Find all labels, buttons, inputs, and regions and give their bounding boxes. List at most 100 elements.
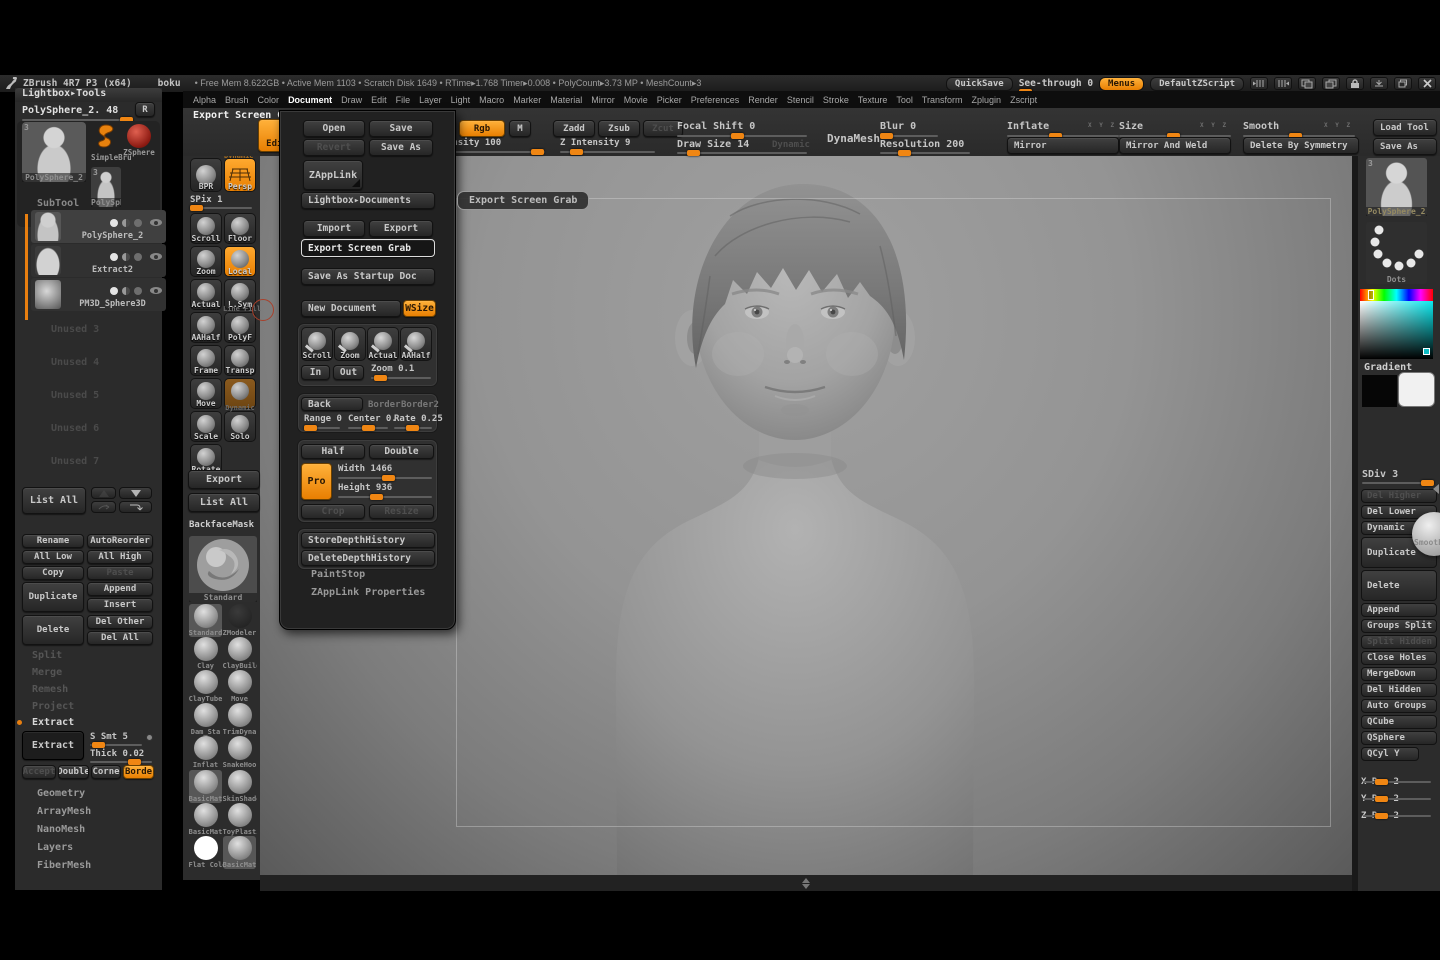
duplicate-button[interactable]: Duplicate bbox=[22, 582, 84, 612]
size-slider[interactable]: Size bbox=[1119, 121, 1143, 132]
nav-button[interactable]: Scale bbox=[190, 411, 222, 442]
doc-open-button[interactable]: Open bbox=[303, 120, 365, 137]
range-slider[interactable]: Range 0 bbox=[304, 414, 342, 424]
persp-button[interactable]: Persp bbox=[224, 158, 256, 192]
doc-revert-button[interactable]: Revert bbox=[303, 139, 365, 156]
hue-strip[interactable] bbox=[1360, 289, 1433, 301]
subtool-move-up-button[interactable] bbox=[91, 487, 116, 499]
brush-slot[interactable]: Inflat bbox=[189, 736, 222, 769]
doc-save-as-button[interactable]: Save As bbox=[369, 139, 433, 156]
scroll-down-arrow-icon[interactable] bbox=[802, 884, 810, 889]
nav-button[interactable]: Scroll bbox=[190, 213, 222, 244]
s-smt-slider[interactable]: S Smt 5 bbox=[90, 732, 128, 742]
alpha-thumbnail[interactable]: Dots bbox=[1366, 222, 1427, 284]
save-as-tool-button[interactable]: Save As bbox=[1373, 138, 1437, 155]
divider-right-icon[interactable] bbox=[1322, 77, 1340, 90]
res-slider[interactable]: Y Res 2 bbox=[1361, 786, 1437, 802]
menu-item[interactable]: Brush bbox=[225, 95, 249, 105]
material-slot[interactable]: BasicMat bbox=[223, 836, 256, 869]
material-slot[interactable]: Flat Color bbox=[189, 836, 222, 869]
doc-in-button[interactable]: In bbox=[301, 365, 330, 380]
color-picker[interactable] bbox=[1360, 289, 1433, 359]
inflate-slider[interactable]: Inflate bbox=[1007, 121, 1049, 132]
lightbox-documents-button[interactable]: Lightbox▸Documents bbox=[301, 192, 435, 209]
subtool-item[interactable]: PM3D_Sphere3D bbox=[31, 278, 166, 311]
subtool-toggles[interactable] bbox=[106, 280, 162, 299]
all-high-button[interactable]: All High bbox=[87, 550, 153, 564]
doc-nav-button[interactable]: Scroll bbox=[301, 327, 333, 361]
del-other-button[interactable]: Del Other bbox=[87, 615, 153, 629]
zapplink-button[interactable]: ZAppLink bbox=[303, 160, 363, 190]
load-tool-button[interactable]: Load Tool bbox=[1373, 119, 1437, 136]
brush-slot[interactable]: Dam_Sta bbox=[189, 703, 222, 736]
menu-item[interactable]: Material bbox=[550, 95, 582, 105]
rate-slider[interactable]: Rate 0.25 bbox=[394, 414, 443, 424]
tray-button[interactable]: QCube bbox=[1361, 715, 1437, 729]
active-tool-thumbnail[interactable]: 3 PolySphere_2 bbox=[1366, 158, 1427, 216]
blur-slider[interactable]: Blur 0 bbox=[880, 121, 916, 132]
scroll-up-arrow-icon[interactable] bbox=[802, 878, 810, 883]
focal-shift-slider[interactable]: Focal Shift 0 bbox=[677, 121, 755, 132]
nav-button[interactable]: Zoom bbox=[190, 246, 222, 277]
section-header[interactable]: Layers bbox=[37, 842, 91, 860]
subtool-shuffle-up-button[interactable] bbox=[91, 501, 116, 513]
menu-item[interactable]: Mirror bbox=[591, 95, 615, 105]
lock-icon[interactable] bbox=[1346, 77, 1364, 90]
menu-item[interactable]: Edit bbox=[371, 95, 387, 105]
material-slot[interactable]: SkinShade bbox=[223, 770, 256, 803]
export-screen-grab-button[interactable]: Export Screen Grab bbox=[301, 239, 435, 257]
crop-button[interactable]: Crop bbox=[301, 504, 365, 519]
double-button[interactable]: Double bbox=[369, 444, 434, 459]
menu-item[interactable]: Preferences bbox=[691, 95, 740, 105]
tool-thumbnail-small[interactable]: 3 PolySphe bbox=[91, 167, 121, 207]
doc-nav-button[interactable]: Zoom bbox=[334, 327, 366, 361]
menu-item[interactable]: Document bbox=[288, 95, 332, 105]
subtool-move-down-button[interactable] bbox=[119, 487, 152, 499]
divider-left-icon[interactable] bbox=[1298, 77, 1316, 90]
mirror-and-weld-button[interactable]: Mirror And Weld bbox=[1119, 137, 1231, 154]
paste-button[interactable]: Paste bbox=[87, 566, 153, 580]
res-slider[interactable]: X Res 2 bbox=[1361, 769, 1437, 785]
section-header[interactable]: Remesh bbox=[32, 684, 74, 701]
quicksave-button[interactable]: QuickSave bbox=[946, 77, 1013, 91]
menu-item[interactable]: Texture bbox=[858, 95, 888, 105]
res-slider[interactable]: Z Res 2 bbox=[1361, 803, 1437, 819]
doc-export-button[interactable]: Export bbox=[369, 220, 433, 237]
tray-divider-arrow-icon[interactable] bbox=[1433, 484, 1439, 494]
subtool-title[interactable]: SubTool bbox=[37, 198, 79, 209]
new-document-button[interactable]: New Document bbox=[301, 300, 401, 317]
default-zscript-button[interactable]: DefaultZScript bbox=[1150, 77, 1244, 91]
back-button[interactable]: Back bbox=[301, 397, 363, 411]
pro-button[interactable]: Pro bbox=[301, 463, 332, 500]
zapplink-properties-item[interactable]: ZAppLink Properties bbox=[311, 587, 425, 598]
menu-item[interactable]: Color bbox=[258, 95, 280, 105]
export-button[interactable]: Export bbox=[188, 470, 260, 489]
menu-item[interactable]: Stroke bbox=[823, 95, 849, 105]
doc-out-button[interactable]: Out bbox=[333, 365, 364, 380]
z-intensity-slider[interactable]: Z Intensity 9 bbox=[560, 138, 630, 148]
spix-slider[interactable]: SPix 1 bbox=[190, 195, 223, 205]
size-xyz[interactable]: X Y Z bbox=[1200, 122, 1228, 129]
close-icon[interactable] bbox=[1418, 77, 1436, 90]
main-color-swatch[interactable] bbox=[1398, 372, 1435, 407]
see-through-slider[interactable]: See-through 0 bbox=[1019, 78, 1093, 89]
menu-item[interactable]: Render bbox=[748, 95, 778, 105]
menu-item[interactable]: Marker bbox=[513, 95, 541, 105]
insert-button[interactable]: Insert bbox=[87, 598, 153, 612]
minimize-icon[interactable] bbox=[1370, 77, 1388, 90]
s-smt-radio[interactable] bbox=[146, 734, 153, 741]
material-slot[interactable]: BasicMat bbox=[189, 803, 222, 836]
accept-button[interactable]: Accept bbox=[22, 765, 56, 779]
brush-slot[interactable]: ClayBuildu bbox=[223, 637, 256, 670]
thick-slider[interactable]: Thick 0.02 bbox=[90, 749, 144, 759]
brush-slot[interactable]: Standard bbox=[189, 604, 222, 637]
menu-item[interactable]: Stencil bbox=[787, 95, 814, 105]
menu-item[interactable]: Zplugin bbox=[972, 95, 1002, 105]
collapse-right-tray-icon[interactable] bbox=[1274, 77, 1292, 90]
section-header[interactable]: Merge bbox=[32, 667, 74, 684]
paintstop-item[interactable]: PaintStop bbox=[311, 569, 365, 580]
nav-button[interactable]: Dynamic Solo bbox=[224, 411, 256, 442]
brush-slot[interactable]: ClayTube bbox=[189, 670, 222, 703]
tray-button[interactable]: Append bbox=[1361, 603, 1437, 617]
nav-button[interactable]: Local bbox=[224, 246, 256, 277]
